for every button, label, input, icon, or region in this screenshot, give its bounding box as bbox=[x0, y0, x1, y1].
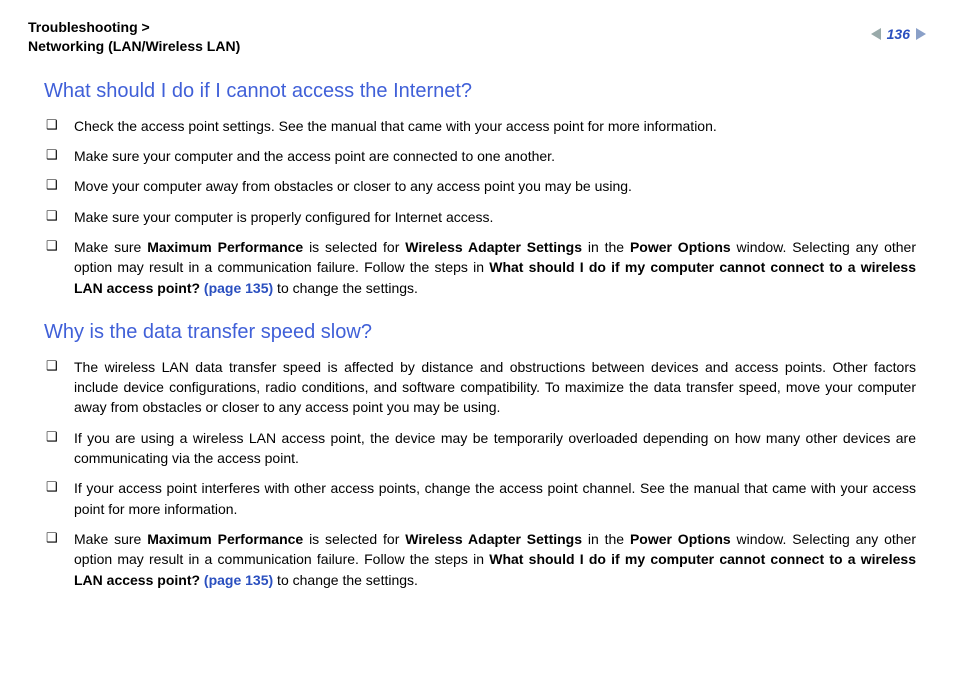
list-item: Make sure Maximum Performance is selecte… bbox=[46, 524, 916, 595]
page-reference-link[interactable]: (page 135) bbox=[204, 280, 273, 296]
list-item: Make sure your computer and the access p… bbox=[46, 141, 916, 171]
list-item: The wireless LAN data transfer speed is … bbox=[46, 352, 916, 423]
list-item: Move your computer away from obstacles o… bbox=[46, 171, 916, 201]
list-item: If your access point interferes with oth… bbox=[46, 473, 916, 524]
document-page: Troubleshooting > Networking (LAN/Wirele… bbox=[0, 0, 954, 619]
list-item: Make sure your computer is properly conf… bbox=[46, 202, 916, 232]
breadcrumb-page: Networking (LAN/Wireless LAN) bbox=[28, 38, 240, 54]
page-number-nav: 136 bbox=[871, 18, 926, 42]
list-item: If you are using a wireless LAN access p… bbox=[46, 423, 916, 474]
page-reference-link[interactable]: (page 135) bbox=[204, 572, 273, 588]
next-page-arrow-icon[interactable] bbox=[916, 28, 926, 40]
bullet-list: Check the access point settings. See the… bbox=[28, 111, 926, 303]
bullet-list: The wireless LAN data transfer speed is … bbox=[28, 352, 926, 595]
page-number: 136 bbox=[887, 26, 910, 42]
breadcrumb-section: Troubleshooting > bbox=[28, 19, 150, 35]
breadcrumb: Troubleshooting > Networking (LAN/Wirele… bbox=[28, 18, 240, 56]
section-heading: What should I do if I cannot access the … bbox=[44, 80, 926, 103]
page-header: Troubleshooting > Networking (LAN/Wirele… bbox=[28, 18, 926, 56]
prev-page-arrow-icon[interactable] bbox=[871, 28, 881, 40]
section-heading: Why is the data transfer speed slow? bbox=[44, 321, 926, 344]
list-item: Check the access point settings. See the… bbox=[46, 111, 916, 141]
list-item: Make sure Maximum Performance is selecte… bbox=[46, 232, 916, 303]
